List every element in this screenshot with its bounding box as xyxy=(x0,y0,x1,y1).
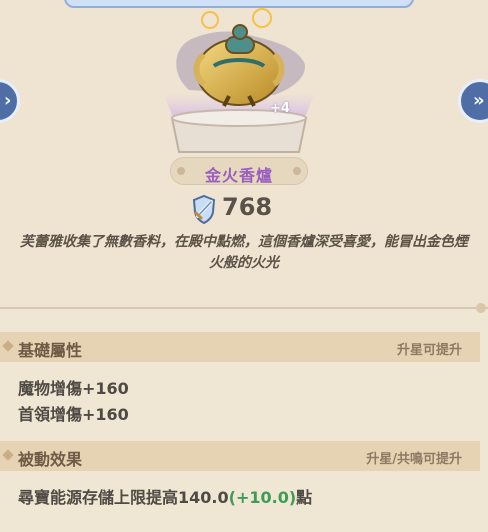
passive-effect-prefix: 尋寶能源存儲上限提高140.0 xyxy=(18,488,229,507)
item-name-banner: 金火香爐 xyxy=(170,157,308,185)
sword-shield-icon xyxy=(192,194,216,224)
chevron-left-icon: › xyxy=(4,90,12,111)
diamond-bullet-icon xyxy=(2,449,14,461)
basic-attributes-header: 基礎屬性 升星可提升 xyxy=(0,332,480,362)
item-detail-panel: › » +4 金火香爐 768 芙蕾雅收集了無數香料，在殿中點燃，這個香爐深受喜… xyxy=(0,0,488,310)
previous-item-button[interactable]: › xyxy=(0,79,20,123)
star-bonus-badge: +4 xyxy=(270,101,290,116)
divider-ornament-icon xyxy=(476,303,486,313)
passive-effects-header: 被動效果 升星/共鳴可提升 xyxy=(0,441,480,471)
diamond-bullet-icon xyxy=(2,340,14,352)
passive-effects-title: 被動效果 xyxy=(18,450,83,469)
item-description: 芙蕾雅收集了無數香料，在殿中點燃，這個香爐深受喜愛，能冒出金色煙火般的火光 xyxy=(20,234,468,271)
passive-effects-hint: 升星/共鳴可提升 xyxy=(366,452,462,467)
passive-effect-suffix: 點 xyxy=(296,488,313,507)
power-value: 768 xyxy=(222,193,273,221)
item-showcase xyxy=(164,8,314,153)
passive-effect-text: 尋寶能源存儲上限提高140.0(+10.0)點 xyxy=(18,484,312,508)
stat-boss-damage: 首領增傷+160 xyxy=(18,405,129,424)
stat-monster-damage: 魔物增傷+160 xyxy=(18,379,129,398)
chevron-right-icon: » xyxy=(473,90,485,111)
basic-attributes-title: 基礎屬性 xyxy=(18,341,83,360)
basic-attributes-hint: 升星可提升 xyxy=(396,343,462,358)
section-divider xyxy=(0,307,488,309)
item-name: 金火香爐 xyxy=(204,166,273,185)
next-item-button[interactable]: » xyxy=(458,79,488,123)
incense-burner-icon xyxy=(176,8,305,107)
passive-effect-bonus: (+10.0) xyxy=(228,488,297,507)
